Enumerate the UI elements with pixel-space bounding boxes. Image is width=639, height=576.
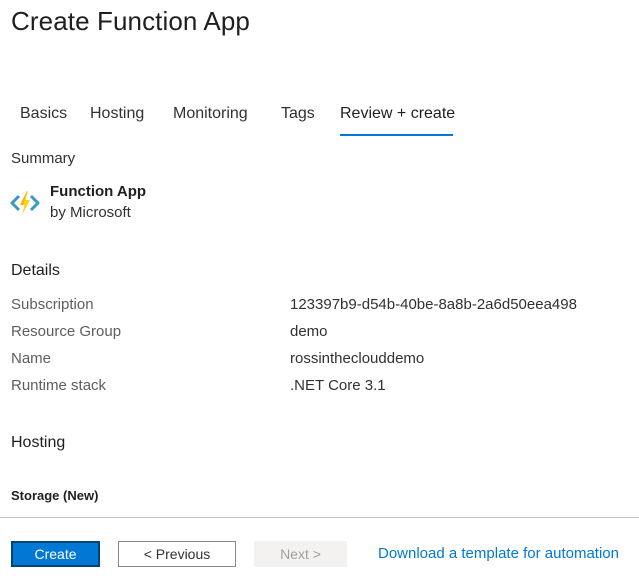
tab-hosting[interactable]: Hosting [90,102,144,134]
download-template-link[interactable]: Download a template for automation [378,545,619,562]
tab-basics[interactable]: Basics [20,102,67,134]
product-name: Function App [50,183,147,200]
detail-row-resource-group: Resource Group demo [11,323,631,343]
wizard-tabs: Basics Hosting Monitoring Tags Review + … [0,102,639,136]
storage-heading: Storage (New) [11,488,99,503]
detail-key: Runtime stack [11,377,107,394]
footer-divider [0,517,639,518]
tab-tags[interactable]: Tags [281,102,315,134]
summary-label: Summary [11,150,76,167]
detail-row-subscription: Subscription 123397b9-d54b-40be-8a8b-2a6… [11,296,631,316]
product-vendor: by Microsoft [50,204,131,221]
details-heading: Details [11,262,60,279]
detail-row-runtime-stack: Runtime stack .NET Core 3.1 [11,377,631,397]
detail-value: demo [290,323,328,340]
hosting-heading: Hosting [11,434,66,451]
tab-review-create[interactable]: Review + create [340,102,455,136]
page-title: Create Function App [11,6,250,36]
next-button[interactable]: Next > [254,541,347,567]
detail-value: rossintheclouddemo [290,350,425,367]
detail-key: Name [11,350,52,367]
function-app-icon [10,191,40,215]
create-button[interactable]: Create [11,541,100,567]
tab-monitoring[interactable]: Monitoring [173,102,248,134]
detail-value: .NET Core 3.1 [290,377,386,394]
detail-row-name: Name rossintheclouddemo [11,350,631,370]
detail-key: Resource Group [11,323,122,340]
detail-key: Subscription [11,296,94,313]
product-summary: Function App by Microsoft [10,183,310,225]
detail-value: 123397b9-d54b-40be-8a8b-2a6d50eea498 [290,296,577,313]
previous-button[interactable]: < Previous [118,541,236,567]
